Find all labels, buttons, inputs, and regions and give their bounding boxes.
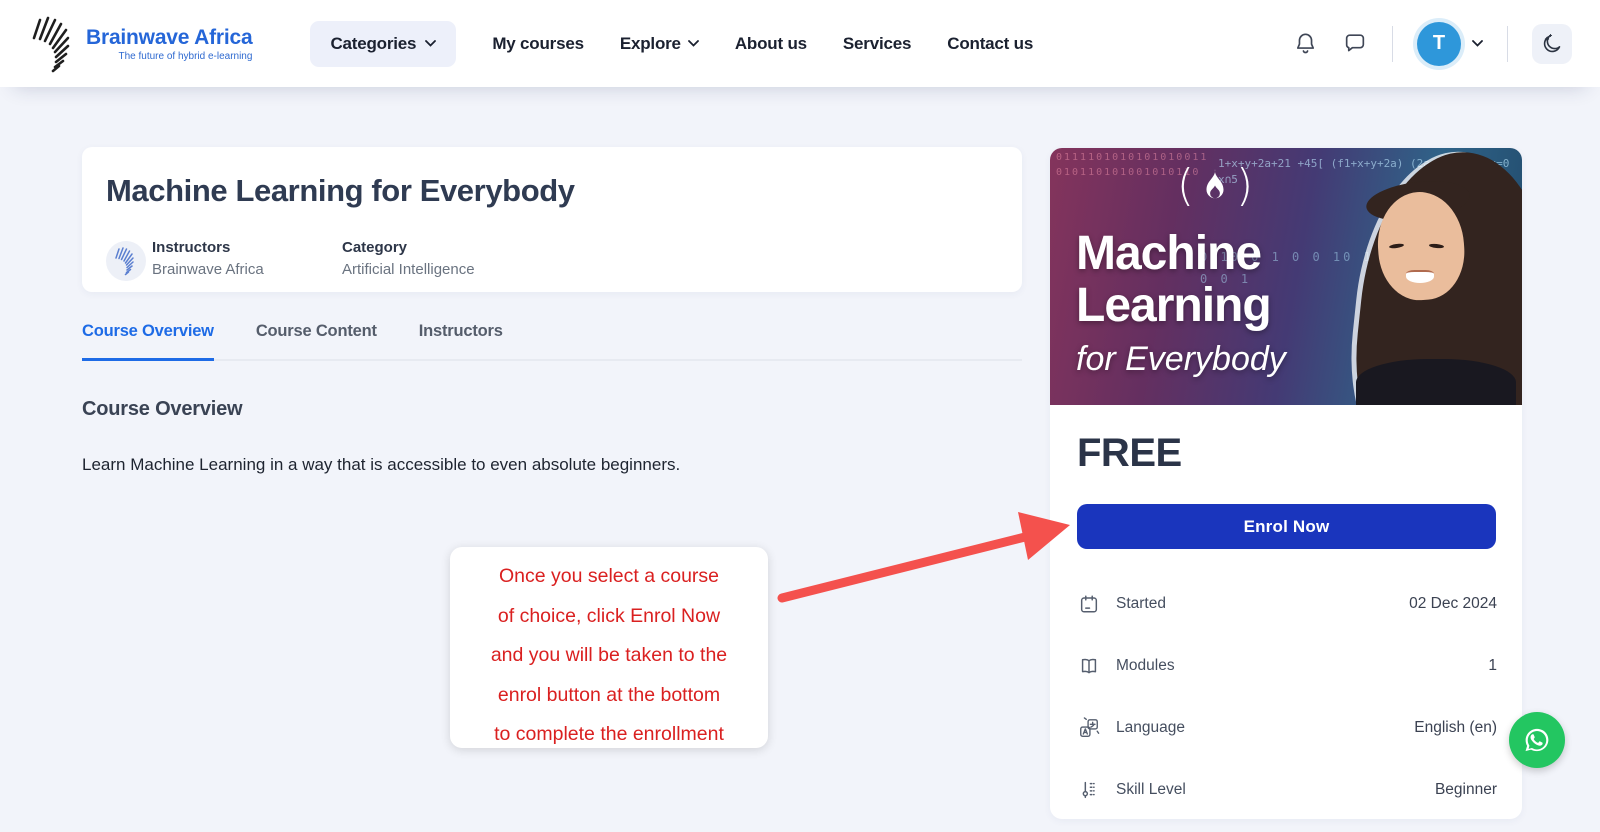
annotation-arrow — [777, 512, 1070, 603]
overview-text: Learn Machine Learning in a way that is … — [82, 455, 681, 474]
course-header-card: Machine Learning for Everybody Instructo… — [82, 147, 1022, 292]
nav-link-my-courses[interactable]: My courses — [492, 34, 584, 54]
annotation-line: Once you select a course — [498, 565, 720, 587]
detail-value: English (en) — [1414, 719, 1497, 736]
overview-heading: Course Overview — [82, 398, 243, 420]
detail-value: 02 Dec 2024 — [1409, 595, 1497, 612]
moon-icon — [1543, 33, 1561, 52]
chevron-down-icon — [425, 40, 437, 47]
instructors-label: Instructors — [152, 239, 231, 256]
avatar[interactable]: T — [1417, 21, 1461, 66]
detail-value: Beginner — [1434, 781, 1497, 798]
detail-label: Language — [1116, 719, 1185, 736]
detail-row-modules: Modules 1 — [1077, 635, 1497, 697]
brand-name: Brainwave Africa — [86, 25, 253, 49]
nav-link-contact-us[interactable]: Contact us — [947, 34, 1033, 54]
main-nav: Categories My courses Explore About us S… — [310, 20, 1033, 67]
whatsapp-button[interactable] — [1509, 712, 1565, 768]
notifications-button[interactable] — [1293, 31, 1318, 56]
brainwave-scribble-icon — [28, 14, 80, 74]
nav-link-services[interactable]: Services — [843, 34, 912, 54]
thumbnail-title-line3: for Everybody — [1076, 340, 1286, 378]
detail-row-skill-level: Skill Level Beginner — [1077, 759, 1497, 821]
price-label: FREE — [1077, 431, 1182, 475]
instructors-block: Instructors Brainwave Africa — [152, 239, 264, 278]
whatsapp-icon — [1525, 728, 1549, 752]
annotation-line: of choice, click Enrol Now — [497, 604, 721, 627]
instructor-avatar — [106, 241, 146, 281]
tab-instructors[interactable]: Instructors — [419, 322, 503, 361]
chat-icon — [1345, 34, 1365, 52]
woman-photo — [1337, 148, 1522, 405]
nav-link-about-us[interactable]: About us — [735, 34, 807, 54]
thumbnail-title-line1: Machine — [1076, 227, 1262, 280]
detail-label: Started — [1116, 595, 1166, 612]
course-tabs: Course Overview Course Content Instructo… — [82, 322, 1022, 361]
tab-course-content[interactable]: Course Content — [256, 322, 377, 361]
annotation-line: enrol button at the bottom — [497, 683, 721, 706]
categories-button[interactable]: Categories — [310, 20, 457, 67]
skill-level-icon — [1077, 779, 1101, 801]
category-value: Artificial Intelligence — [342, 261, 475, 278]
course-details-list: Started 02 Dec 2024 Modules 1 Language E… — [1077, 573, 1497, 821]
course-thumbnail: 0111101010101010011010110101001010110 1+… — [1050, 148, 1522, 405]
tab-course-overview[interactable]: Course Overview — [82, 322, 214, 361]
category-label: Category — [342, 239, 408, 256]
brand-tagline: The future of hybrid e-learning — [118, 50, 253, 62]
instructors-value: Brainwave Africa — [152, 261, 264, 278]
header-divider — [1507, 25, 1508, 62]
book-icon — [1077, 655, 1101, 677]
flame-logo-icon: ( ) — [1176, 160, 1254, 211]
detail-label: Modules — [1116, 657, 1175, 674]
user-menu[interactable]: T — [1417, 21, 1483, 66]
chevron-down-icon — [687, 40, 699, 47]
enrol-now-button[interactable]: Enrol Now — [1077, 504, 1496, 549]
top-navbar: Brainwave Africa The future of hybrid e-… — [0, 0, 1600, 87]
language-icon — [1077, 717, 1101, 739]
brand-logo[interactable]: Brainwave Africa The future of hybrid e-… — [28, 14, 253, 74]
detail-row-language: Language English (en) — [1077, 697, 1497, 759]
messages-button[interactable] — [1342, 31, 1368, 56]
detail-label: Skill Level — [1116, 781, 1186, 798]
annotation-box: Once you select a course of choice, clic… — [450, 547, 768, 748]
annotation-line: to complete the enrollment — [494, 723, 724, 745]
course-sidebar-card: 0111101010101010011010110101001010110 1+… — [1050, 148, 1522, 819]
header-divider — [1392, 25, 1393, 62]
annotation-line: and you will be taken to the — [490, 644, 728, 666]
categories-label: Categories — [330, 33, 417, 53]
nav-link-explore[interactable]: Explore — [620, 34, 699, 54]
bell-icon — [1296, 33, 1315, 54]
chevron-down-icon — [1472, 40, 1483, 47]
page-title: Machine Learning for Everybody — [106, 173, 575, 208]
detail-value: 1 — [1488, 657, 1497, 674]
thumbnail-title-line2: Learning — [1076, 279, 1272, 332]
category-block: Category Artificial Intelligence — [342, 239, 475, 278]
theme-toggle-button[interactable] — [1532, 23, 1572, 64]
detail-row-started: Started 02 Dec 2024 — [1077, 573, 1497, 635]
